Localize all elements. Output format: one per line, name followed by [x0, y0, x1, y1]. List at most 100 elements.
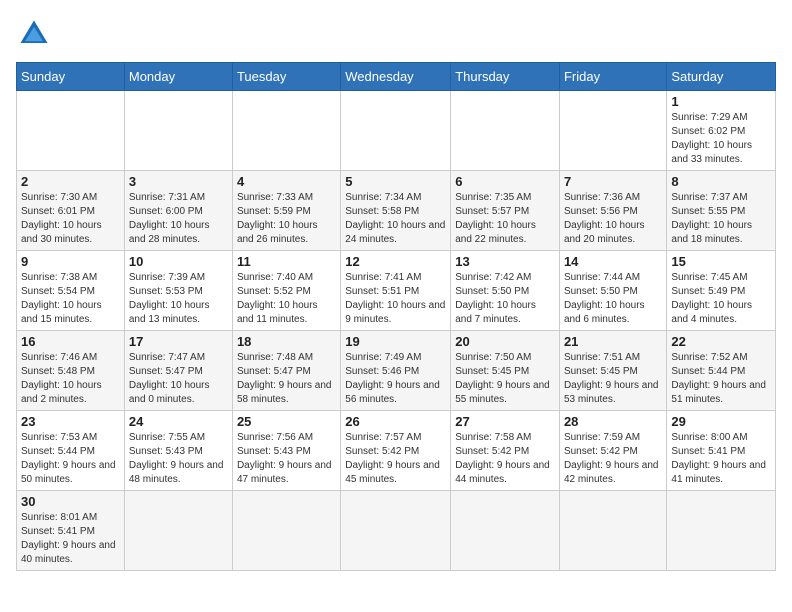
calendar-header: SundayMondayTuesdayWednesdayThursdayFrid…	[17, 63, 776, 91]
day-info: Sunrise: 7:31 AM Sunset: 6:00 PM Dayligh…	[129, 191, 228, 247]
day-number: 6	[455, 174, 555, 189]
day-number: 27	[455, 414, 555, 429]
calendar-cell: 13 Sunrise: 7:42 AM Sunset: 5:50 PM Dayli…	[451, 251, 560, 331]
day-info: Sunrise: 7:36 AM Sunset: 5:56 PM Dayligh…	[564, 191, 662, 247]
day-number: 10	[129, 254, 228, 269]
logo-icon	[16, 16, 52, 52]
calendar-cell: 9Sunrise: 7:38 AM Sunset: 5:54 PM Daylig…	[17, 251, 125, 331]
calendar-cell: 3 Sunrise: 7:31 AM Sunset: 6:00 PM Daylig…	[124, 171, 232, 251]
day-number: 9	[21, 254, 120, 269]
calendar-cell: 22 Sunrise: 7:52 AM Sunset: 5:44 PM Dayli…	[667, 331, 776, 411]
weekday-header: Tuesday	[232, 63, 340, 91]
calendar-cell: 21 Sunrise: 7:51 AM Sunset: 5:45 PM Dayli…	[559, 331, 666, 411]
calendar-cell: 28Sunrise: 7:59 AM Sunset: 5:42 PM Dayli…	[559, 411, 666, 491]
day-info: Sunrise: 7:50 AM Sunset: 5:45 PM Dayligh…	[455, 351, 555, 407]
day-number: 5	[345, 174, 446, 189]
day-info: Sunrise: 7:41 AM Sunset: 5:51 PM Dayligh…	[345, 271, 446, 327]
calendar-week-row: 23 Sunrise: 7:53 AM Sunset: 5:44 PM Dayli…	[17, 411, 776, 491]
day-number: 30	[21, 494, 120, 509]
day-info: Sunrise: 7:51 AM Sunset: 5:45 PM Dayligh…	[564, 351, 662, 407]
day-number: 19	[345, 334, 446, 349]
calendar-cell	[667, 491, 776, 571]
calendar-cell: 1 Sunrise: 7:29 AM Sunset: 6:02 PM Daylig…	[667, 91, 776, 171]
day-info: Sunrise: 7:29 AM Sunset: 6:02 PM Dayligh…	[671, 111, 771, 167]
weekday-row: SundayMondayTuesdayWednesdayThursdayFrid…	[17, 63, 776, 91]
day-number: 16	[21, 334, 120, 349]
day-info: Sunrise: 7:46 AM Sunset: 5:48 PM Dayligh…	[21, 351, 120, 407]
day-info: Sunrise: 7:52 AM Sunset: 5:44 PM Dayligh…	[671, 351, 771, 407]
day-info: Sunrise: 7:40 AM Sunset: 5:52 PM Dayligh…	[237, 271, 336, 327]
weekday-header: Wednesday	[341, 63, 451, 91]
calendar-cell	[451, 91, 560, 171]
day-number: 11	[237, 254, 336, 269]
day-number: 29	[671, 414, 771, 429]
day-info: Sunrise: 7:42 AM Sunset: 5:50 PM Dayligh…	[455, 271, 555, 327]
day-number: 3	[129, 174, 228, 189]
day-info: Sunrise: 7:30 AM Sunset: 6:01 PM Dayligh…	[21, 191, 120, 247]
calendar-week-row: 16 Sunrise: 7:46 AM Sunset: 5:48 PM Dayli…	[17, 331, 776, 411]
calendar-cell: 8Sunrise: 7:37 AM Sunset: 5:55 PM Daylig…	[667, 171, 776, 251]
calendar-cell: 14 Sunrise: 7:44 AM Sunset: 5:50 PM Dayli…	[559, 251, 666, 331]
day-info: Sunrise: 7:59 AM Sunset: 5:42 PM Dayligh…	[564, 431, 662, 487]
calendar-week-row: 2 Sunrise: 7:30 AM Sunset: 6:01 PM Daylig…	[17, 171, 776, 251]
calendar-cell: 27 Sunrise: 7:58 AM Sunset: 5:42 PM Dayli…	[451, 411, 560, 491]
day-info: Sunrise: 7:58 AM Sunset: 5:42 PM Dayligh…	[455, 431, 555, 487]
day-info: Sunrise: 7:53 AM Sunset: 5:44 PM Dayligh…	[21, 431, 120, 487]
calendar-cell: 26Sunrise: 7:57 AM Sunset: 5:42 PM Dayli…	[341, 411, 451, 491]
calendar-cell	[341, 491, 451, 571]
calendar-cell: 12Sunrise: 7:41 AM Sunset: 5:51 PM Dayli…	[341, 251, 451, 331]
day-number: 22	[671, 334, 771, 349]
calendar-cell: 10 Sunrise: 7:39 AM Sunset: 5:53 PM Dayli…	[124, 251, 232, 331]
day-info: Sunrise: 8:01 AM Sunset: 5:41 PM Dayligh…	[21, 511, 120, 567]
day-info: Sunrise: 7:45 AM Sunset: 5:49 PM Dayligh…	[671, 271, 771, 327]
calendar-cell	[124, 491, 232, 571]
calendar-cell: 20Sunrise: 7:50 AM Sunset: 5:45 PM Dayli…	[451, 331, 560, 411]
calendar-cell: 5Sunrise: 7:34 AM Sunset: 5:58 PM Daylig…	[341, 171, 451, 251]
day-number: 14	[564, 254, 662, 269]
calendar-week-row: 9Sunrise: 7:38 AM Sunset: 5:54 PM Daylig…	[17, 251, 776, 331]
day-info: Sunrise: 7:47 AM Sunset: 5:47 PM Dayligh…	[129, 351, 228, 407]
day-info: Sunrise: 7:49 AM Sunset: 5:46 PM Dayligh…	[345, 351, 446, 407]
day-number: 17	[129, 334, 228, 349]
day-number: 24	[129, 414, 228, 429]
day-info: Sunrise: 7:33 AM Sunset: 5:59 PM Dayligh…	[237, 191, 336, 247]
calendar-cell: 25Sunrise: 7:56 AM Sunset: 5:43 PM Dayli…	[232, 411, 340, 491]
calendar-cell: 19 Sunrise: 7:49 AM Sunset: 5:46 PM Dayli…	[341, 331, 451, 411]
weekday-header: Thursday	[451, 63, 560, 91]
day-number: 4	[237, 174, 336, 189]
calendar-cell: 11 Sunrise: 7:40 AM Sunset: 5:52 PM Dayli…	[232, 251, 340, 331]
day-number: 7	[564, 174, 662, 189]
logo	[16, 16, 56, 52]
calendar-cell: 16 Sunrise: 7:46 AM Sunset: 5:48 PM Dayli…	[17, 331, 125, 411]
day-number: 2	[21, 174, 120, 189]
calendar-week-row: 1 Sunrise: 7:29 AM Sunset: 6:02 PM Daylig…	[17, 91, 776, 171]
calendar-cell: 2 Sunrise: 7:30 AM Sunset: 6:01 PM Daylig…	[17, 171, 125, 251]
header	[16, 16, 776, 52]
day-info: Sunrise: 7:44 AM Sunset: 5:50 PM Dayligh…	[564, 271, 662, 327]
calendar-body: 1 Sunrise: 7:29 AM Sunset: 6:02 PM Daylig…	[17, 91, 776, 571]
calendar-cell	[124, 91, 232, 171]
calendar-week-row: 30 Sunrise: 8:01 AM Sunset: 5:41 PM Dayli…	[17, 491, 776, 571]
calendar-cell: 23 Sunrise: 7:53 AM Sunset: 5:44 PM Dayli…	[17, 411, 125, 491]
calendar-cell: 29Sunrise: 8:00 AM Sunset: 5:41 PM Dayli…	[667, 411, 776, 491]
day-number: 23	[21, 414, 120, 429]
day-number: 26	[345, 414, 446, 429]
calendar-cell: 17 Sunrise: 7:47 AM Sunset: 5:47 PM Dayli…	[124, 331, 232, 411]
day-number: 1	[671, 94, 771, 109]
calendar-cell: 24 Sunrise: 7:55 AM Sunset: 5:43 PM Dayli…	[124, 411, 232, 491]
day-number: 21	[564, 334, 662, 349]
calendar-cell: 18 Sunrise: 7:48 AM Sunset: 5:47 PM Dayli…	[232, 331, 340, 411]
day-info: Sunrise: 7:39 AM Sunset: 5:53 PM Dayligh…	[129, 271, 228, 327]
weekday-header: Sunday	[17, 63, 125, 91]
calendar-cell: 7 Sunrise: 7:36 AM Sunset: 5:56 PM Daylig…	[559, 171, 666, 251]
day-info: Sunrise: 7:48 AM Sunset: 5:47 PM Dayligh…	[237, 351, 336, 407]
day-number: 18	[237, 334, 336, 349]
day-number: 15	[671, 254, 771, 269]
day-info: Sunrise: 7:55 AM Sunset: 5:43 PM Dayligh…	[129, 431, 228, 487]
weekday-header: Saturday	[667, 63, 776, 91]
day-number: 13	[455, 254, 555, 269]
day-info: Sunrise: 7:56 AM Sunset: 5:43 PM Dayligh…	[237, 431, 336, 487]
calendar-cell	[17, 91, 125, 171]
calendar-table: SundayMondayTuesdayWednesdayThursdayFrid…	[16, 62, 776, 571]
day-info: Sunrise: 7:35 AM Sunset: 5:57 PM Dayligh…	[455, 191, 555, 247]
